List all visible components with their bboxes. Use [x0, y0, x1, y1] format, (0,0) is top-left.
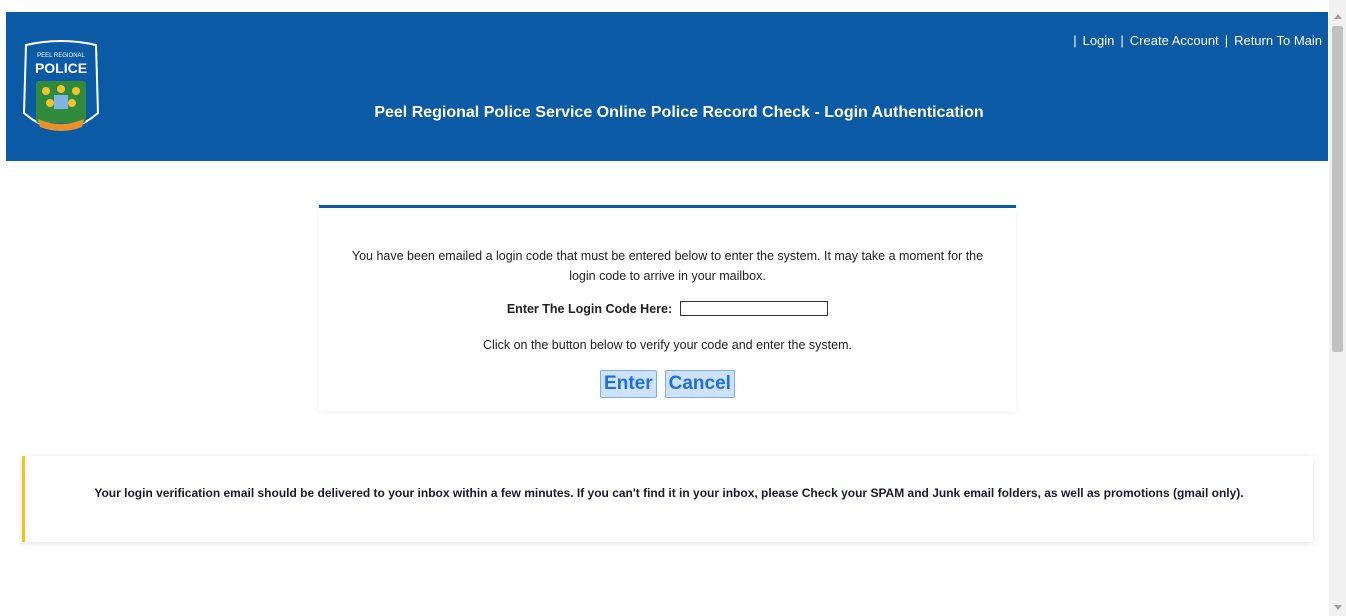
page-top-strip: [0, 0, 1328, 12]
login-link[interactable]: Login: [1083, 33, 1115, 48]
page-scrollbar[interactable]: [1329, 0, 1346, 616]
button-row: Enter Cancel: [319, 370, 1016, 398]
police-badge-logo: PEEL REGIONAL POLICE: [22, 40, 100, 131]
scroll-up-arrow-icon[interactable]: [1334, 14, 1342, 19]
nav-separator: |: [1073, 33, 1077, 48]
nav-separator: |: [1224, 33, 1229, 48]
login-code-message: You have been emailed a login code that …: [351, 249, 984, 283]
nav-separator: |: [1120, 33, 1124, 48]
verify-instructions: Click on the button below to verify your…: [483, 338, 852, 352]
logo-top-text: PEEL REGIONAL: [37, 53, 85, 59]
login-code-panel: You have been emailed a login code that …: [319, 205, 1016, 411]
scroll-down-arrow-icon[interactable]: [1334, 605, 1342, 610]
enter-button[interactable]: Enter: [600, 370, 657, 398]
top-nav-links: | Login | Create Account | Return To Main: [1067, 33, 1322, 48]
login-code-input[interactable]: [680, 301, 829, 317]
page-title: Peel Regional Police Service Online Poli…: [374, 104, 984, 121]
verification-notice: Your login verification email should be …: [22, 456, 1313, 542]
site-header: PEEL REGIONAL POLICE | Login | Create Accou…: [6, 12, 1328, 161]
create-account-link[interactable]: Create Account: [1130, 33, 1219, 48]
return-to-main-link[interactable]: Return To Main: [1234, 33, 1322, 48]
notice-text: Your login verification email should be …: [94, 486, 1244, 500]
logo-main-text: POLICE: [35, 60, 87, 76]
login-code-label: Enter The Login Code Here:: [506, 301, 673, 316]
scroll-thumb[interactable]: [1332, 26, 1343, 352]
cancel-button[interactable]: Cancel: [664, 370, 735, 398]
login-code-row: Enter The Login Code Here:: [319, 301, 1016, 317]
